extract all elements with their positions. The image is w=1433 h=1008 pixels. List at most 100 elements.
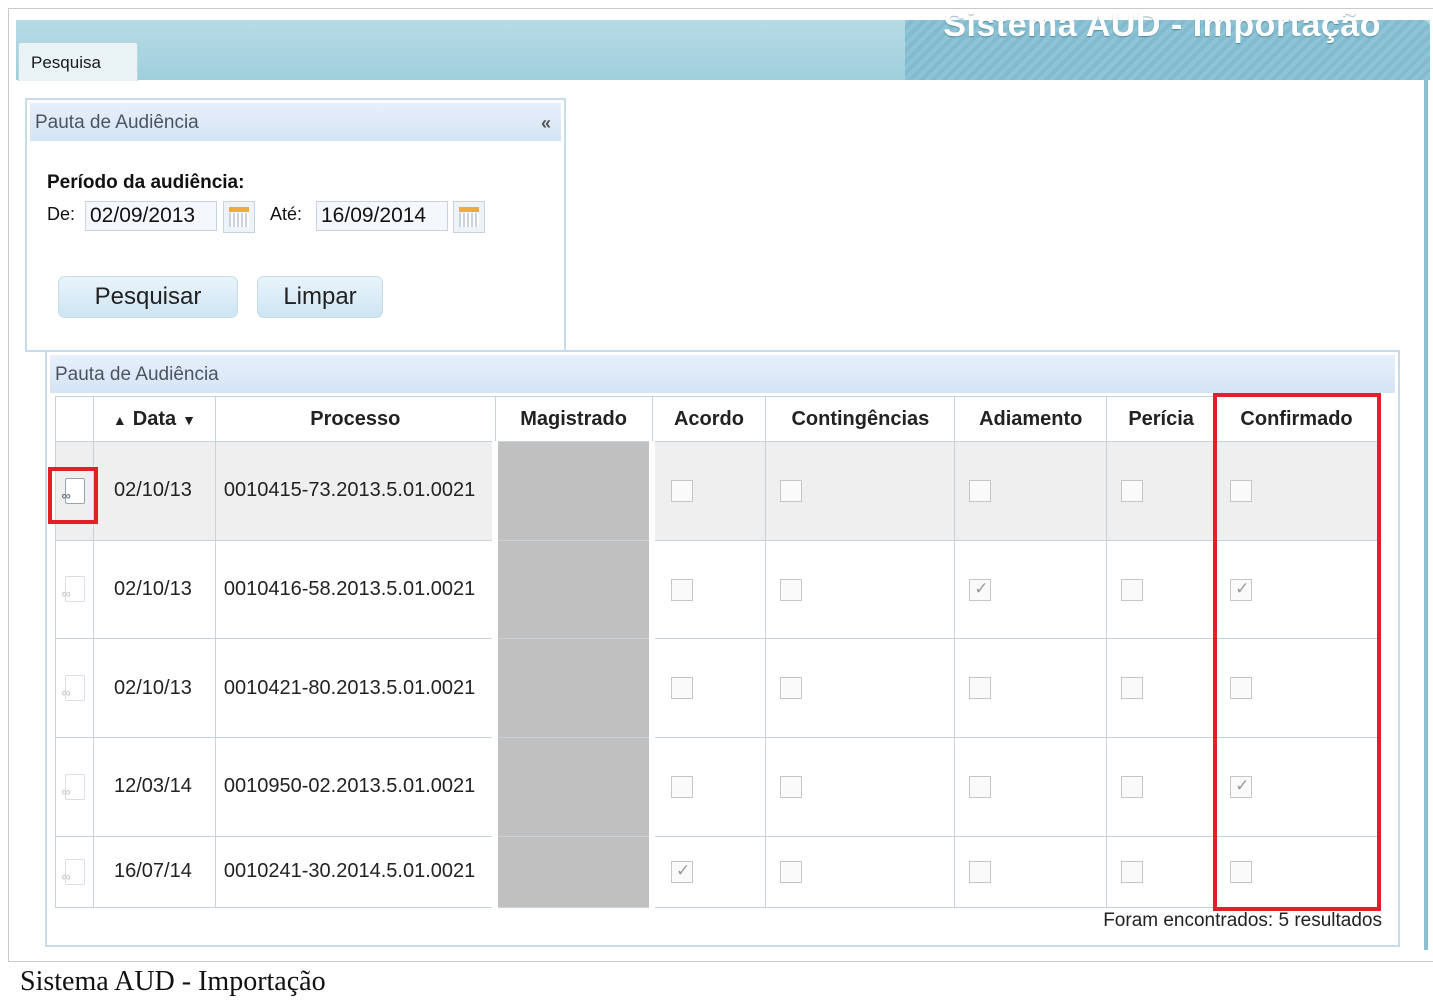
edit-document-icon[interactable]: ∞ [61,772,87,802]
cell-processo: 0010950-02.2013.5.01.0021 [214,736,496,837]
adiamento-checkbox[interactable] [969,677,992,700]
edit-document-icon[interactable]: ∞ [61,673,87,703]
table-row[interactable]: ∞ 02/10/13 0010416-58.2013.5.01.0021 [55,539,1378,640]
table-header-row: ▲ Data ▼ Processo Magistrado Acordo Contin… [55,396,1378,442]
from-date-input[interactable] [85,201,217,231]
contingencias-checkbox[interactable] [780,775,803,798]
clear-button[interactable]: Limpar [257,276,383,318]
highlight-edit-icon [48,467,98,524]
acordo-checkbox[interactable] [671,677,694,700]
sort-asc-icon[interactable]: ▲ [113,412,127,428]
result-count: Foram encontrados: 5 resultados [1103,910,1382,931]
row-actions-cell: ∞ [55,835,94,908]
contingencias-checkbox[interactable] [780,480,803,503]
results-panel-title: Pauta de Audiência [55,364,219,385]
cell-acordo [651,835,767,908]
cell-data: 02/10/13 [92,441,216,541]
search-panel-header: Pauta de Audiência « [30,103,561,141]
cell-pericia [1106,736,1217,837]
contingencias-checkbox[interactable] [780,677,803,700]
table-row[interactable]: ∞ 02/10/13 0010415-73.2013.5.01.0021 [55,441,1378,541]
header-contingencias[interactable]: Contingências [765,396,956,442]
edit-document-icon[interactable]: ∞ [61,857,87,887]
calendar-icon[interactable] [453,201,485,233]
contingencias-checkbox[interactable] [780,860,803,883]
header-pericia[interactable]: Perícia [1106,396,1217,442]
adiamento-checkbox[interactable] [969,860,992,883]
header-magistrado[interactable]: Magistrado [494,396,653,442]
cell-magistrado-redacted [492,441,656,541]
search-panel-title: Pauta de Audiência [35,112,199,133]
cell-adiamento [954,736,1108,837]
sort-desc-icon[interactable]: ▼ [182,412,196,428]
row-actions-cell: ∞ [55,539,94,640]
contingencias-checkbox[interactable] [780,578,803,601]
adiamento-checkbox[interactable] [969,578,992,601]
cell-contingencias [765,835,956,908]
header-actions [55,396,94,442]
pericia-checkbox[interactable] [1121,860,1144,883]
cell-processo: 0010241-30.2014.5.01.0021 [214,835,496,908]
table-row[interactable]: ∞ 12/03/14 0010950-02.2013.5.01.0021 [55,736,1378,837]
pericia-checkbox[interactable] [1121,677,1144,700]
period-label: Período da audiência: [47,172,245,193]
table-row[interactable]: ∞ 16/07/14 0010241-30.2014.5.01.0021 [55,835,1378,908]
pericia-checkbox[interactable] [1121,480,1144,503]
results-table: ▲ Data ▼ Processo Magistrado Acordo Contin… [55,396,1378,908]
edit-document-icon[interactable]: ∞ [61,574,87,604]
calendar-icon[interactable] [223,201,255,233]
collapse-icon[interactable]: « [541,113,551,134]
cell-acordo [651,638,767,738]
cell-processo: 0010415-73.2013.5.01.0021 [214,441,496,541]
results-panel-header: Pauta de Audiência [50,355,1395,393]
cell-magistrado-redacted [492,835,656,908]
highlight-confirmado-column [1213,393,1381,911]
acordo-checkbox[interactable] [671,578,694,601]
acordo-checkbox[interactable] [671,775,694,798]
right-border [1424,80,1428,950]
pericia-checkbox[interactable] [1121,775,1144,798]
cell-data: 12/03/14 [92,736,216,837]
cell-magistrado-redacted [492,736,656,837]
adiamento-checkbox[interactable] [969,775,992,798]
cell-processo: 0010416-58.2013.5.01.0021 [214,539,496,640]
row-actions-cell: ∞ [55,638,94,738]
cell-acordo [651,539,767,640]
results-panel: Pauta de Audiência ▲ Data ▼ Processo Magis… [45,350,1400,947]
cell-pericia [1106,638,1217,738]
search-panel: Pauta de Audiência « Período da audiênci… [25,98,566,352]
to-label: Até: [270,204,303,224]
acordo-checkbox[interactable] [671,480,694,503]
cell-adiamento [954,638,1108,738]
cell-contingencias [765,736,956,837]
cell-magistrado-redacted [492,638,656,738]
cell-contingencias [765,638,956,738]
header-acordo[interactable]: Acordo [651,396,767,442]
cell-processo: 0010421-80.2013.5.01.0021 [214,638,496,738]
cell-adiamento [954,835,1108,908]
cell-pericia [1106,441,1217,541]
cell-adiamento [954,539,1108,640]
cell-contingencias [765,539,956,640]
cell-data: 02/10/13 [92,638,216,738]
tab-pesquisa[interactable]: Pesquisa [18,42,138,81]
cell-adiamento [954,441,1108,541]
pericia-checkbox[interactable] [1121,578,1144,601]
table-row[interactable]: ∞ 02/10/13 0010421-80.2013.5.01.0021 [55,638,1378,738]
from-label: De: [47,204,76,224]
cell-contingencias [765,441,956,541]
to-date-input[interactable] [316,201,448,231]
header-processo[interactable]: Processo [214,396,496,442]
cell-data: 02/10/13 [92,539,216,640]
header-adiamento[interactable]: Adiamento [954,396,1108,442]
cell-pericia [1106,539,1217,640]
cell-acordo [651,441,767,541]
acordo-checkbox[interactable] [671,860,694,883]
header-data[interactable]: ▲ Data ▼ [92,396,216,442]
adiamento-checkbox[interactable] [969,480,992,503]
tab-label: Pesquisa [31,53,101,72]
figure-caption: Sistema AUD - Importação [20,966,326,997]
row-actions-cell: ∞ [55,736,94,837]
cell-magistrado-redacted [492,539,656,640]
search-button[interactable]: Pesquisar [58,276,238,318]
